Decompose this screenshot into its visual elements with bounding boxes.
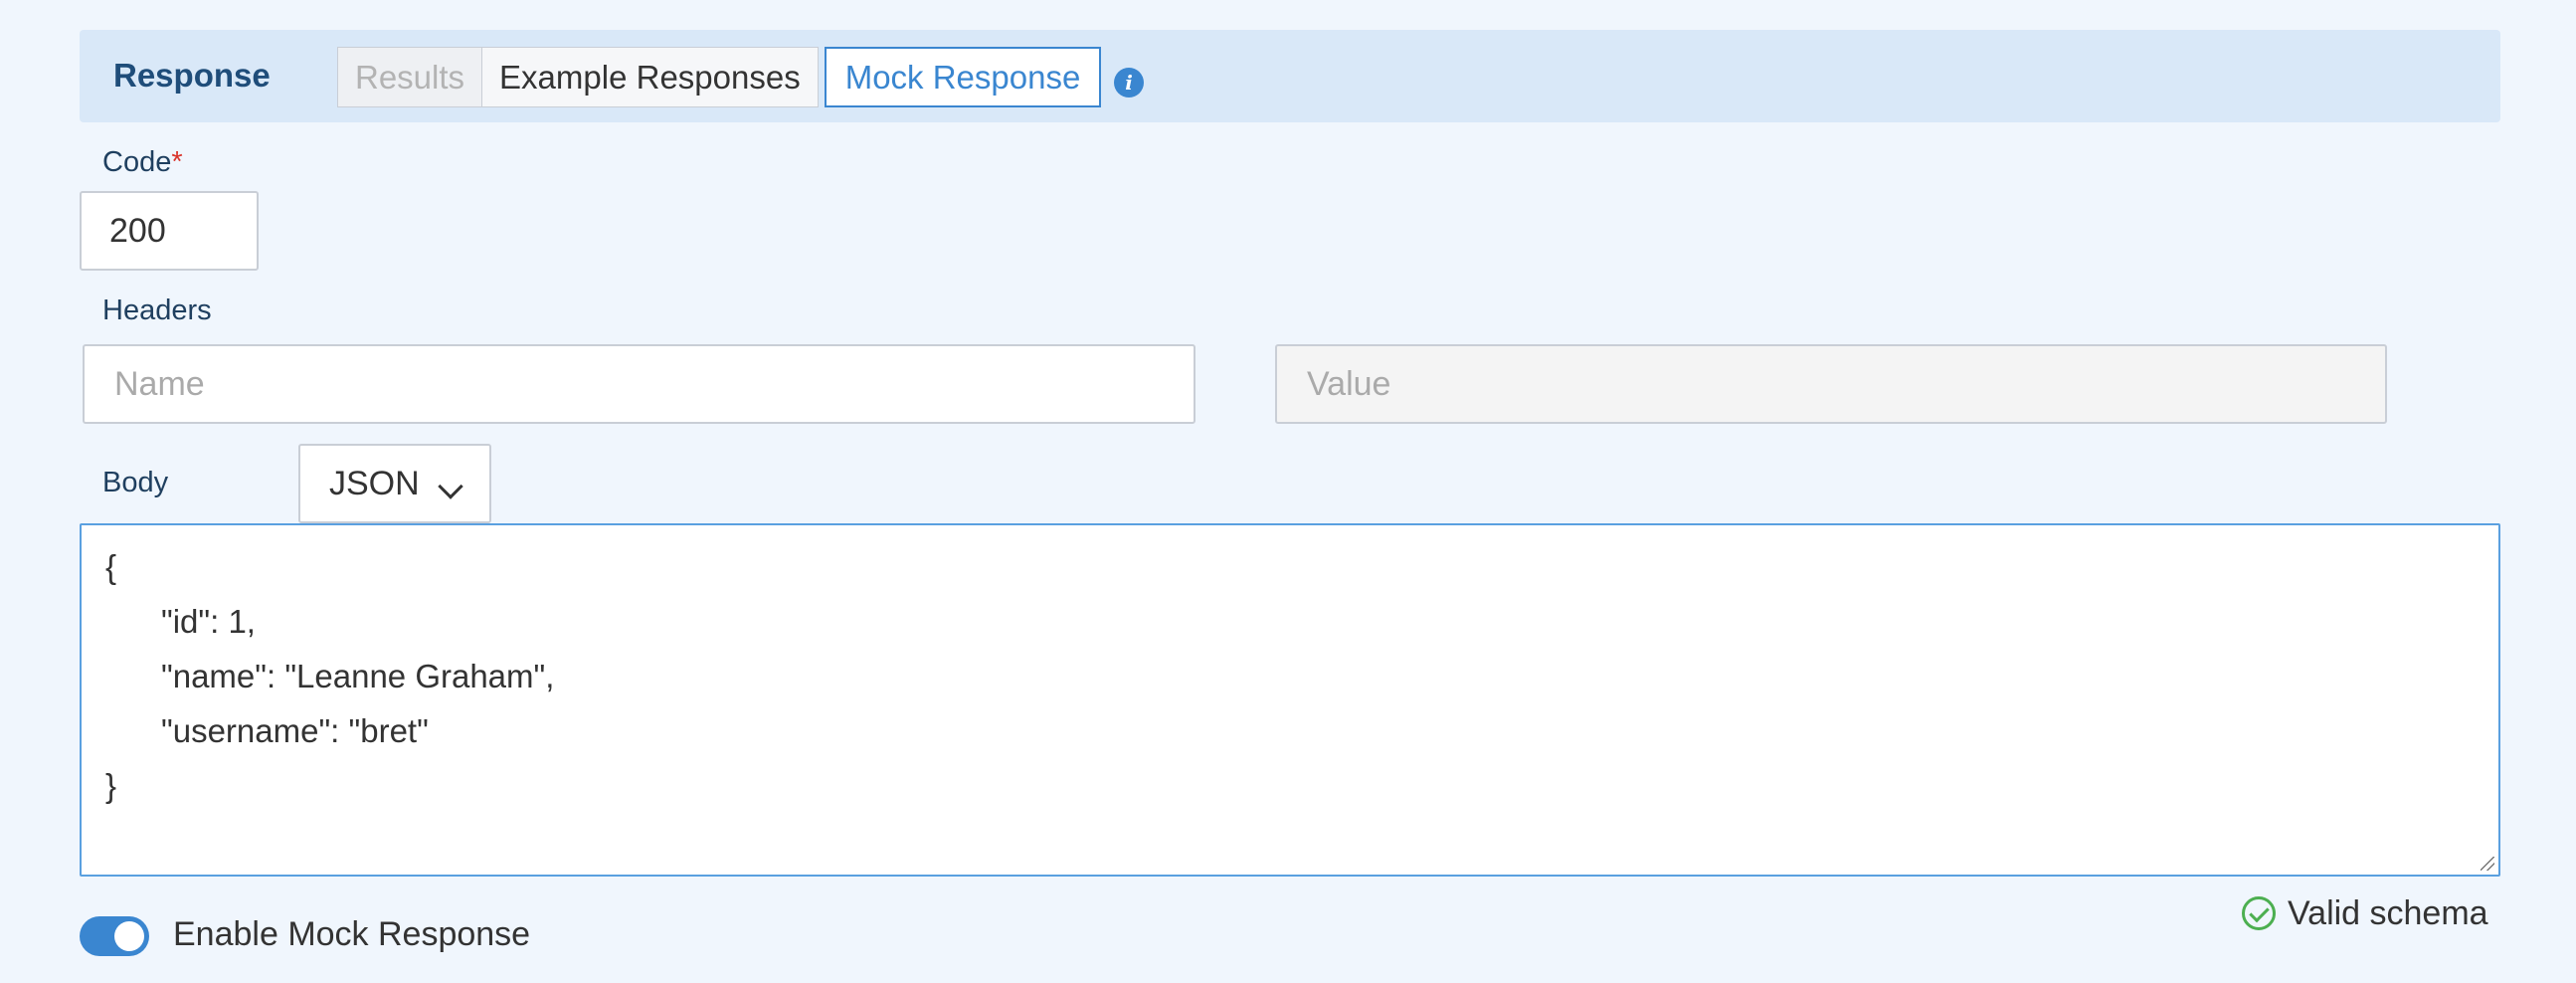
enable-mock-toggle[interactable] [80,916,149,956]
code-line: "name": "Leanne Graham", [161,658,555,694]
validation-text: Valid schema [2288,893,2488,932]
header-name-input[interactable]: Name [83,344,1196,424]
tab-mock-response[interactable]: Mock Response [824,47,1102,107]
check-circle-icon [2242,896,2276,930]
response-tabs: Results Example Responses Mock Response [337,47,1102,107]
response-header: Response Results Example Responses Mock … [80,30,2500,122]
enable-mock-label: Enable Mock Response [173,915,531,953]
code-input[interactable]: 200 [80,191,259,271]
code-line: { [105,548,117,585]
code-line: "id": 1, [161,603,256,640]
tab-results[interactable]: Results [337,47,483,107]
resize-grip-icon[interactable] [2481,857,2494,871]
response-title: Response [113,57,271,94]
code-line: "username": "bret" [161,712,429,749]
body-format-value: JSON [329,465,420,502]
required-mark: * [171,146,183,178]
body-format-select[interactable]: JSON [298,444,491,523]
header-value-input[interactable]: Value [1275,344,2387,424]
tab-example-responses[interactable]: Example Responses [481,47,819,107]
body-label: Body [102,467,169,498]
code-label-text: Code [102,146,172,178]
toggle-knob [114,921,144,951]
validation-status: Valid schema [2242,893,2488,933]
info-icon[interactable]: i [1114,68,1144,98]
headers-label: Headers [102,295,212,326]
chevron-down-icon [438,474,463,499]
mock-response-panel: Response Results Example Responses Mock … [0,0,2576,983]
body-editor[interactable]: { "id": 1, "name": "Leanne Graham", "use… [80,523,2500,877]
code-line: } [105,767,117,804]
code-label: Code* [102,146,183,179]
